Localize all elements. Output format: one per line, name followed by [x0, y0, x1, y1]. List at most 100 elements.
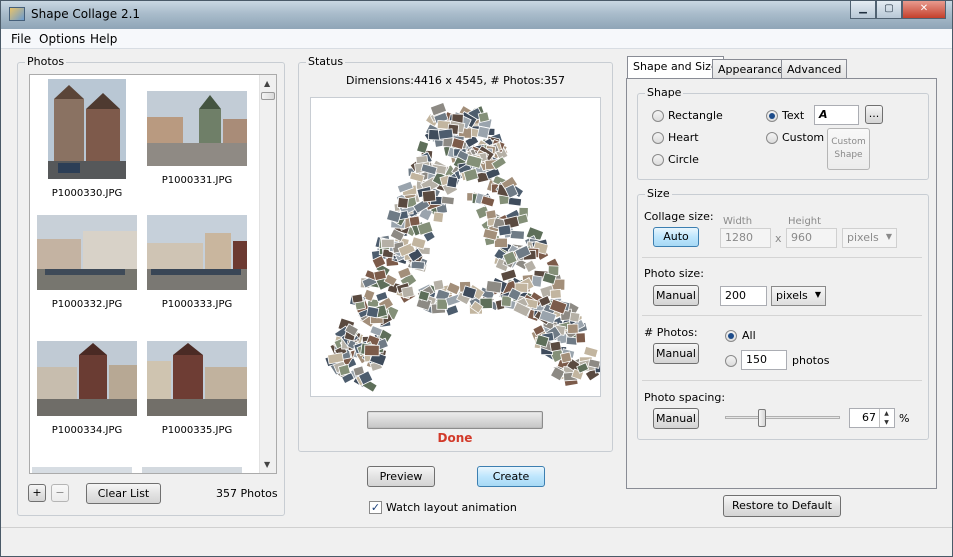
watch-animation-checkbox[interactable]: ✓ [369, 501, 382, 514]
custom-shape-button[interactable]: Custom Shape [827, 128, 870, 170]
num-photos-label: # Photos: [644, 326, 698, 339]
custom-shape-line1: Custom [831, 137, 866, 147]
font-picker-button[interactable]: ... [865, 105, 883, 124]
list-item[interactable]: P1000332.JPG [32, 215, 142, 310]
spin-down-icon[interactable]: ▼ [880, 418, 893, 427]
photo-thumbnail [37, 341, 137, 416]
list-item[interactable]: P1000331.JPG [142, 91, 252, 186]
shape-circle-radio[interactable] [652, 154, 664, 166]
photo-thumbnail-partial [142, 467, 242, 473]
photo-size-units-select[interactable]: pixels ▼ [771, 286, 826, 306]
num-photos-count-radio[interactable] [725, 355, 737, 367]
menu-options[interactable]: Options [39, 32, 85, 46]
menu-file[interactable]: File [11, 32, 31, 46]
photo-spacing-slider[interactable] [725, 409, 840, 427]
num-photos-input[interactable]: 150 [741, 350, 787, 370]
collage-tile [440, 195, 455, 206]
collage-tile [497, 224, 512, 237]
collage-height-input[interactable]: 960 [786, 228, 837, 248]
num-photos-all-label: All [742, 329, 756, 342]
photo-size-units-value: pixels [776, 289, 808, 302]
chevron-down-icon: ▼ [814, 290, 821, 299]
shape-custom-radio[interactable] [766, 132, 778, 144]
photo-thumbnail [147, 341, 247, 416]
collage-tile [432, 211, 445, 223]
num-photos-manual-button[interactable]: Manual [653, 343, 699, 364]
status-bar [1, 527, 952, 556]
photo-spacing-slider-thumb[interactable] [758, 409, 766, 427]
title-bar[interactable]: Shape Collage 2.1 ▁ ▢ ✕ [1, 1, 952, 29]
collage-tile [408, 215, 421, 227]
app-window: Shape Collage 2.1 ▁ ▢ ✕ File Options Hel… [0, 0, 953, 557]
width-label: Width [723, 216, 753, 227]
tab-shape-and-size[interactable]: Shape and Size [627, 56, 724, 79]
height-label: Height [788, 216, 822, 227]
collage-units-select[interactable]: pixels ▼ [842, 228, 897, 248]
preview-button[interactable]: Preview [367, 466, 435, 487]
collage-tile [575, 332, 586, 344]
photo-filename: P1000331.JPG [161, 175, 233, 186]
photo-thumbnail [147, 91, 247, 166]
menu-help[interactable]: Help [90, 32, 117, 46]
collage-tile [446, 175, 459, 189]
size-x-label: x [775, 232, 782, 245]
collage-tile [476, 125, 490, 139]
shape-rectangle-label: Rectangle [668, 109, 723, 122]
scroll-down-icon[interactable]: ▼ [264, 460, 270, 469]
photo-spacing-manual-button[interactable]: Manual [653, 408, 699, 429]
minimize-button[interactable]: ▁ [850, 1, 876, 19]
create-button[interactable]: Create [477, 466, 545, 487]
menu-bar: File Options Help [1, 29, 952, 49]
collage-tile [381, 238, 395, 248]
collage-tile [477, 111, 490, 123]
list-item[interactable]: P1000330.JPG [32, 79, 142, 199]
collage-tile [397, 197, 409, 209]
shape-text-input[interactable]: A [814, 105, 859, 125]
collage-tile [509, 229, 525, 240]
add-photo-button[interactable]: + [28, 484, 46, 502]
list-item[interactable]: P1000333.JPG [142, 215, 252, 310]
shape-text-radio[interactable] [766, 110, 778, 122]
collage-tile [559, 351, 573, 364]
remove-photo-button[interactable]: − [51, 484, 69, 502]
tab-appearance[interactable]: Appearance [712, 59, 791, 79]
collage-auto-button[interactable]: Auto [653, 227, 699, 247]
clear-list-button[interactable]: Clear List [86, 483, 161, 504]
tab-advanced[interactable]: Advanced [781, 59, 848, 79]
list-item[interactable]: P1000335.JPG [142, 341, 252, 436]
photo-filename: P1000330.JPG [51, 188, 123, 199]
shape-text-label: Text [782, 109, 805, 122]
shape-group-title: Shape [645, 86, 684, 99]
shape-custom-label: Custom [782, 131, 825, 144]
close-button[interactable]: ✕ [902, 1, 946, 19]
maximize-button[interactable]: ▢ [876, 1, 902, 19]
collage-tile [485, 209, 497, 220]
collage-tile [549, 340, 562, 352]
photo-list[interactable]: P1000330.JPG P1000331.JPG P1000332.JPG P… [29, 74, 277, 474]
collage-tile [351, 293, 364, 304]
photo-filename: P1000332.JPG [51, 299, 123, 310]
list-item[interactable]: P1000334.JPG [32, 341, 142, 436]
shape-rectangle-radio[interactable] [652, 110, 664, 122]
shape-heart-label: Heart [668, 131, 699, 144]
status-done: Done [437, 431, 473, 445]
photo-thumbnail [48, 79, 126, 179]
scroll-up-icon[interactable]: ▲ [264, 79, 270, 88]
num-photos-all-radio[interactable] [725, 330, 737, 342]
app-icon [9, 7, 25, 21]
scrollbar-thumb[interactable] [261, 92, 275, 100]
photo-list-scrollbar[interactable]: ▲ ▼ [259, 75, 276, 473]
collage-width-input[interactable]: 1280 [720, 228, 771, 248]
restore-default-button[interactable]: Restore to Default [723, 495, 841, 517]
status-group-title: Status [306, 55, 346, 68]
collage-dimensions: Dimensions:4416 x 4545, # Photos:357 [346, 74, 565, 87]
collage-tile [421, 189, 437, 203]
size-group-title: Size [645, 187, 672, 200]
spin-up-icon[interactable]: ▲ [880, 409, 893, 418]
photo-size-input[interactable]: 200 [720, 286, 767, 306]
photo-spacing-spinner[interactable]: ▲ ▼ [879, 409, 893, 427]
photo-size-manual-button[interactable]: Manual [653, 285, 699, 306]
shape-heart-radio[interactable] [652, 132, 664, 144]
collage-size-label: Collage size: [644, 210, 714, 223]
photo-thumbnail-partial [32, 467, 132, 473]
